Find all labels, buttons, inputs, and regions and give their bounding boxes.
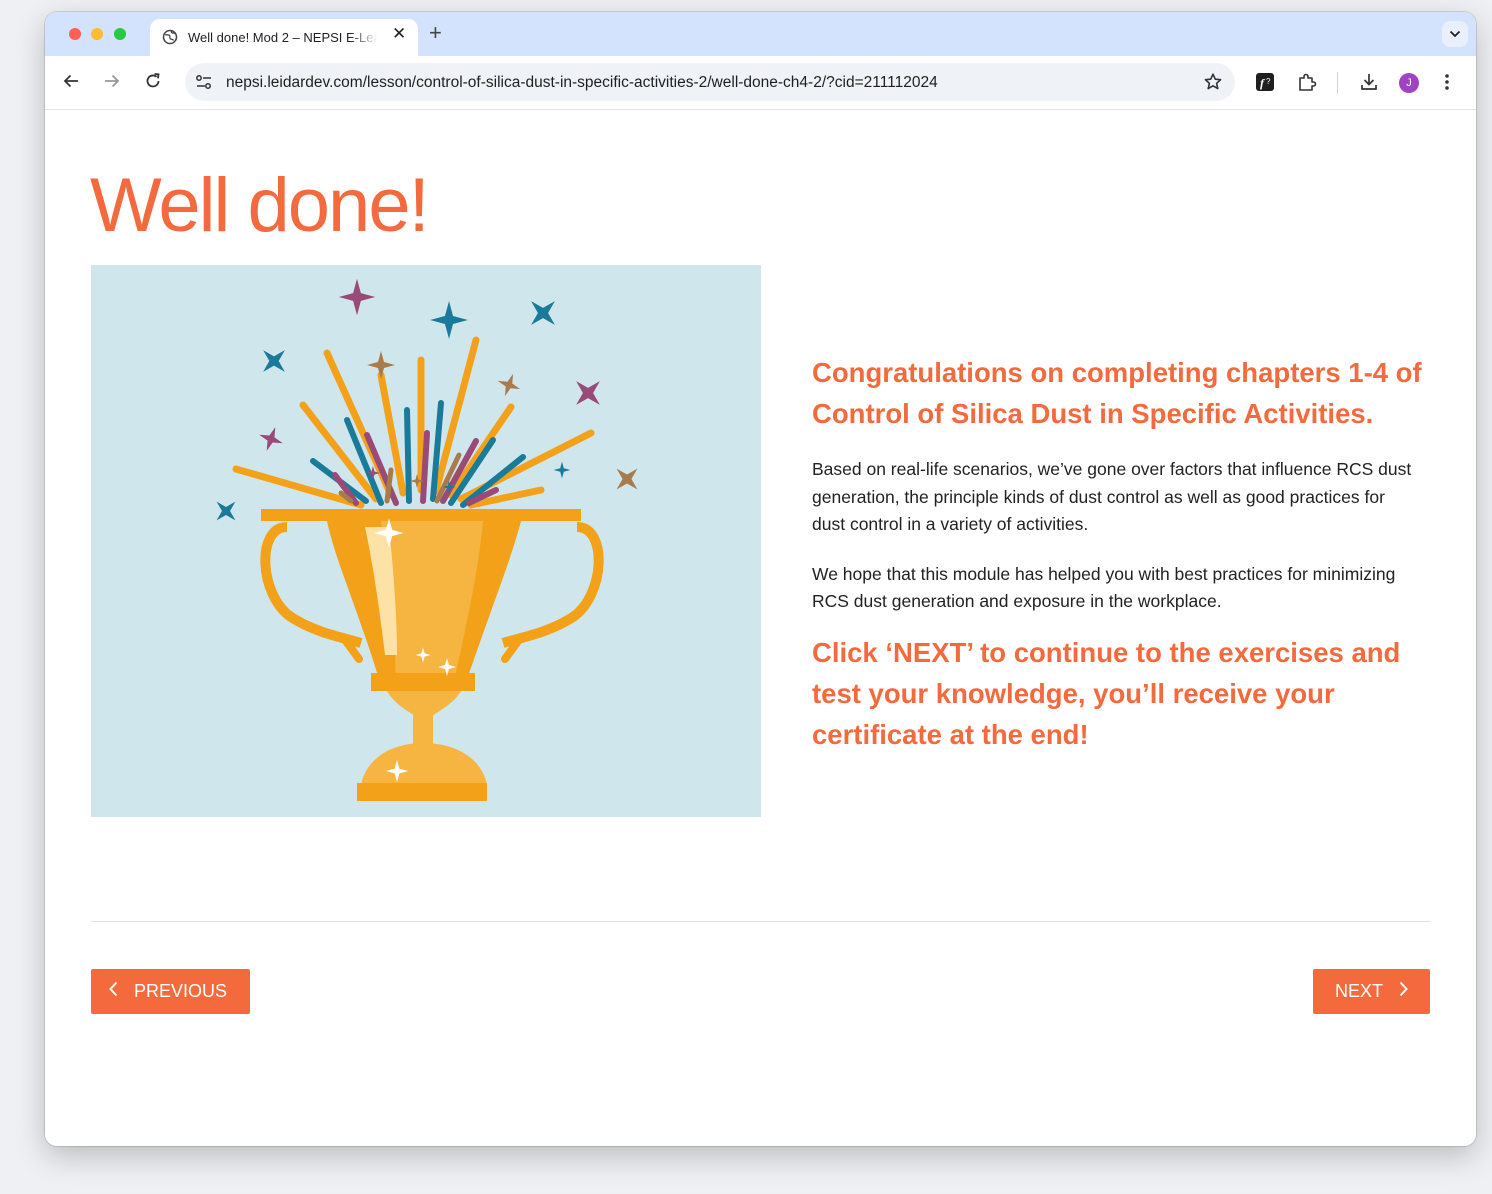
back-icon[interactable] (62, 72, 80, 95)
next-label: NEXT (1334, 981, 1383, 1001)
extension-icon[interactable]: f? (1255, 72, 1275, 97)
reload-icon[interactable] (144, 72, 162, 95)
lesson-page: Well done! Congratulations on completing… (45, 110, 1476, 1146)
close-window-button[interactable] (69, 28, 81, 40)
tab-search-button[interactable] (1442, 21, 1468, 47)
tab-title: Well done! Mod 2 – NEPSI E-Learning (188, 30, 378, 45)
minimize-window-button[interactable] (91, 28, 103, 40)
chevron-right-icon (1399, 981, 1408, 1002)
hope-paragraph: We hope that this module has helped you … (812, 563, 1396, 612)
browser-toolbar: nepsi.leidardev.com/lesson/control-of-si… (45, 56, 1476, 110)
globe-icon (162, 29, 178, 50)
next-instructions: Click ‘NEXT’ to continue to the exercise… (812, 636, 1401, 750)
menu-kebab-icon[interactable] (1443, 72, 1451, 97)
bookmark-star-icon[interactable] (1203, 72, 1223, 97)
trophy-illustration (91, 265, 761, 817)
profile-avatar[interactable]: J (1399, 73, 1419, 93)
trophy-fireworks-image (207, 278, 648, 801)
download-icon[interactable] (1359, 72, 1379, 97)
tab-close-icon[interactable]: ✕ (392, 24, 406, 44)
previous-label: PREVIOUS (134, 981, 228, 1001)
url-text: nepsi.leidardev.com/lesson/control-of-si… (226, 74, 938, 91)
address-bar[interactable]: nepsi.leidardev.com/lesson/control-of-si… (185, 63, 1235, 101)
browser-window: Well done! Mod 2 – NEPSI E-Learning ✕ + (45, 12, 1476, 1146)
page-title: Well done! (90, 163, 430, 248)
tab-strip: Well done! Mod 2 – NEPSI E-Learning ✕ + (45, 12, 1476, 56)
congratulations-heading: Congratulations on completing chapters 1… (812, 357, 1422, 429)
completion-text-column: Congratulations on completing chapters 1… (812, 352, 1422, 755)
svg-text:?: ? (1266, 77, 1271, 86)
chevron-left-icon (109, 981, 118, 1002)
next-button[interactable]: NEXT (1313, 969, 1430, 1014)
site-info-icon[interactable] (195, 74, 213, 95)
maximize-window-button[interactable] (114, 28, 126, 40)
new-tab-button[interactable]: + (429, 20, 442, 46)
chevron-down-icon (1449, 30, 1461, 38)
summary-paragraph: Based on real-life scenarios, we’ve gone… (812, 459, 1412, 534)
forward-icon[interactable] (103, 72, 121, 95)
previous-button[interactable]: PREVIOUS (91, 969, 250, 1014)
toolbar-divider (1337, 72, 1338, 94)
extensions-puzzle-icon[interactable] (1297, 72, 1317, 97)
content-divider (91, 921, 1431, 922)
tab-well-done[interactable]: Well done! Mod 2 – NEPSI E-Learning ✕ (150, 19, 418, 56)
